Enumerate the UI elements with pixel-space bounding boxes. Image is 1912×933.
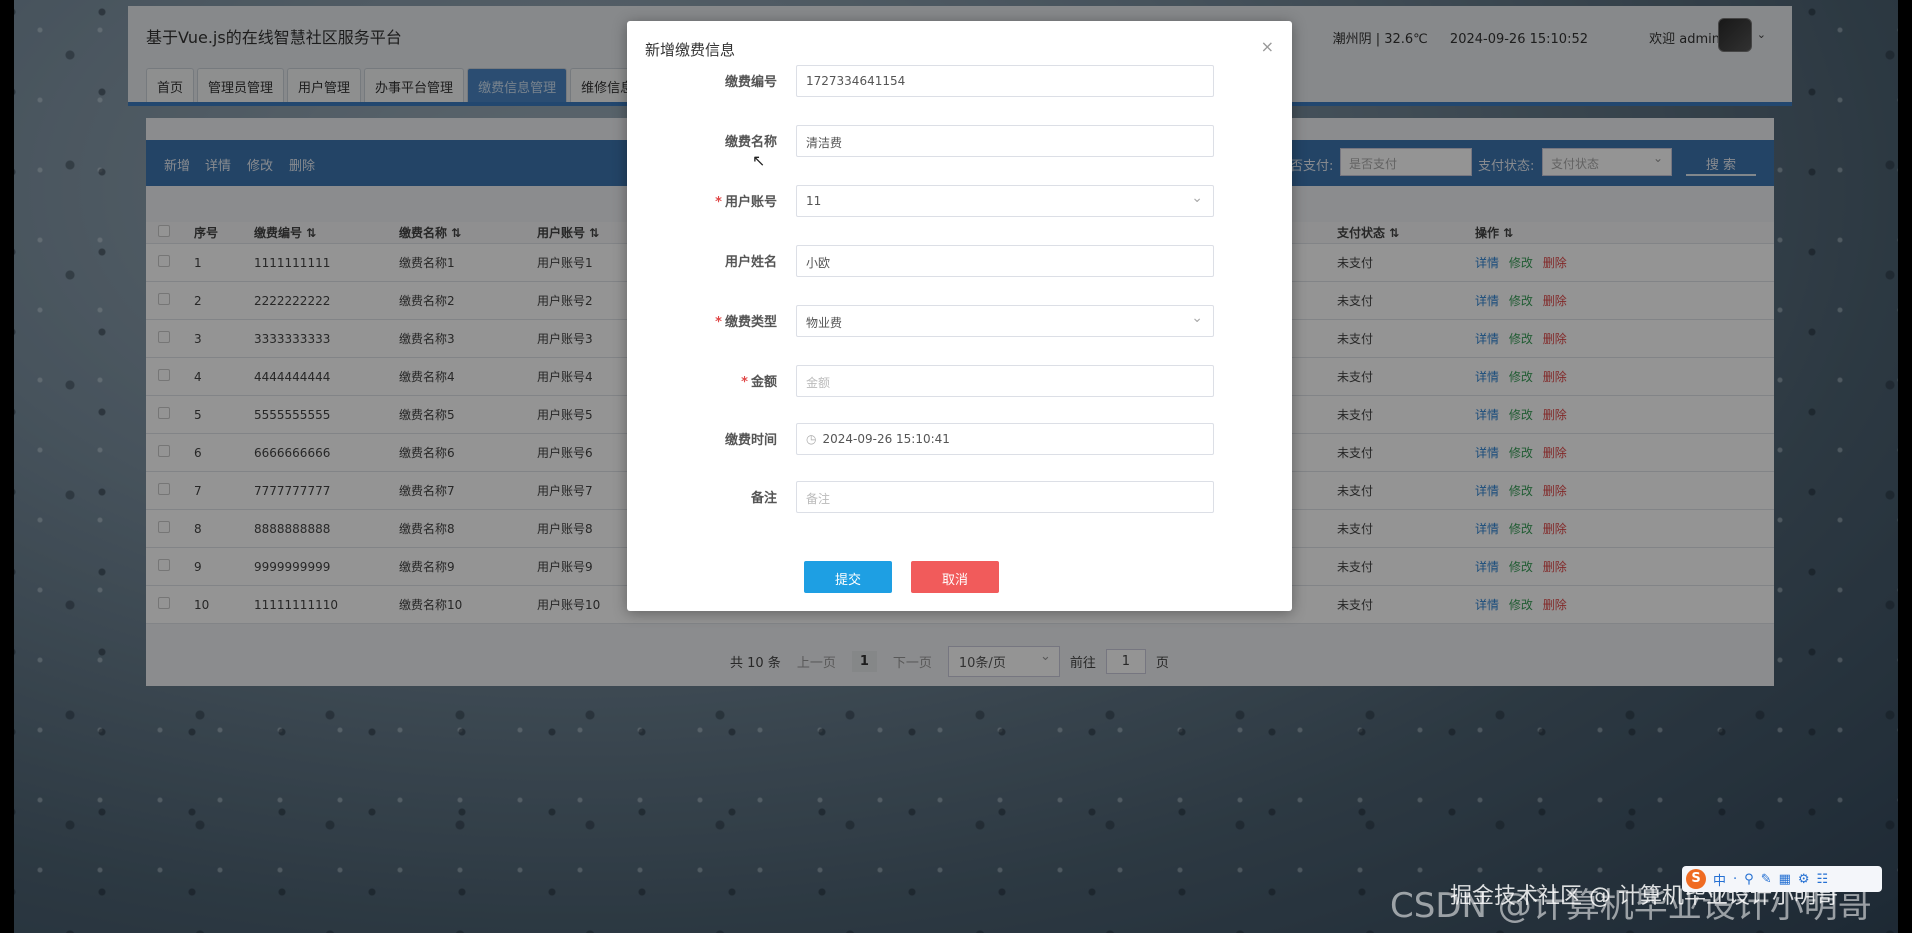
form-label: 备注 (750, 491, 777, 506)
form-label: * 金额 (741, 375, 777, 390)
form-input[interactable]: 金额 (796, 365, 1214, 397)
sogou-logo-icon[interactable]: S (1686, 869, 1706, 889)
form-label: * 用户账号 (715, 195, 777, 210)
form-label: * 缴费类型 (715, 315, 777, 330)
keyboard-icon[interactable]: ▦ (1779, 872, 1791, 887)
submit-button[interactable]: 提交 (804, 561, 892, 593)
form-input[interactable]: 清洁费 (796, 125, 1214, 157)
form-row: 备注 备注 (627, 481, 1292, 515)
pen-icon[interactable]: ✎ (1761, 872, 1772, 887)
form-row: * 用户账号 11 (627, 185, 1292, 219)
form-label: 缴费名称 (724, 135, 777, 150)
form-input[interactable]: ◷ 2024-09-26 15:10:41 (796, 423, 1214, 455)
form-input[interactable]: 1727334641154 (796, 65, 1214, 97)
form-select[interactable]: 11 (796, 185, 1214, 217)
close-icon[interactable]: × (1261, 37, 1274, 56)
gear-icon[interactable]: ⚙ (1798, 872, 1810, 887)
form-row: 缴费名称 清洁费 (627, 125, 1292, 159)
cancel-button[interactable]: 取消 (911, 561, 999, 593)
form-row: 用户姓名 小欧 (627, 245, 1292, 279)
form-input[interactable]: 备注 (796, 481, 1214, 513)
form-label: 缴费时间 (724, 433, 777, 448)
dialog-title: 新增缴费信息 (645, 41, 736, 59)
required-mark: * (715, 195, 722, 210)
form-row: 缴费时间 ◷ 2024-09-26 15:10:41 (627, 423, 1292, 457)
ime-item[interactable]: · (1733, 872, 1737, 887)
mouse-cursor-icon: ↖ (752, 151, 766, 170)
form-row: 缴费编号 1727334641154 (627, 65, 1292, 99)
form-input[interactable]: 小欧 (796, 245, 1214, 277)
clock-icon: ◷ (806, 432, 817, 446)
mic-icon[interactable]: ⚲ (1744, 872, 1754, 887)
required-mark: * (715, 315, 722, 330)
form-label: 缴费编号 (724, 75, 777, 90)
grid-icon[interactable]: ☷ (1817, 872, 1829, 887)
ime-item[interactable]: 中 (1713, 870, 1726, 889)
add-payment-dialog: 新增缴费信息 × 缴费编号 1727334641154 缴费名称 清洁费 * 用户… (627, 21, 1292, 611)
form-row: * 金额 金额 (627, 365, 1292, 399)
required-mark: * (741, 375, 748, 390)
form-row: * 缴费类型 物业费 (627, 305, 1292, 339)
form-label: 用户姓名 (724, 255, 777, 270)
form-select[interactable]: 物业费 (796, 305, 1214, 337)
ime-toolbar: S 中 · ⚲ ✎ ▦ ⚙ ☷ (1682, 866, 1882, 892)
